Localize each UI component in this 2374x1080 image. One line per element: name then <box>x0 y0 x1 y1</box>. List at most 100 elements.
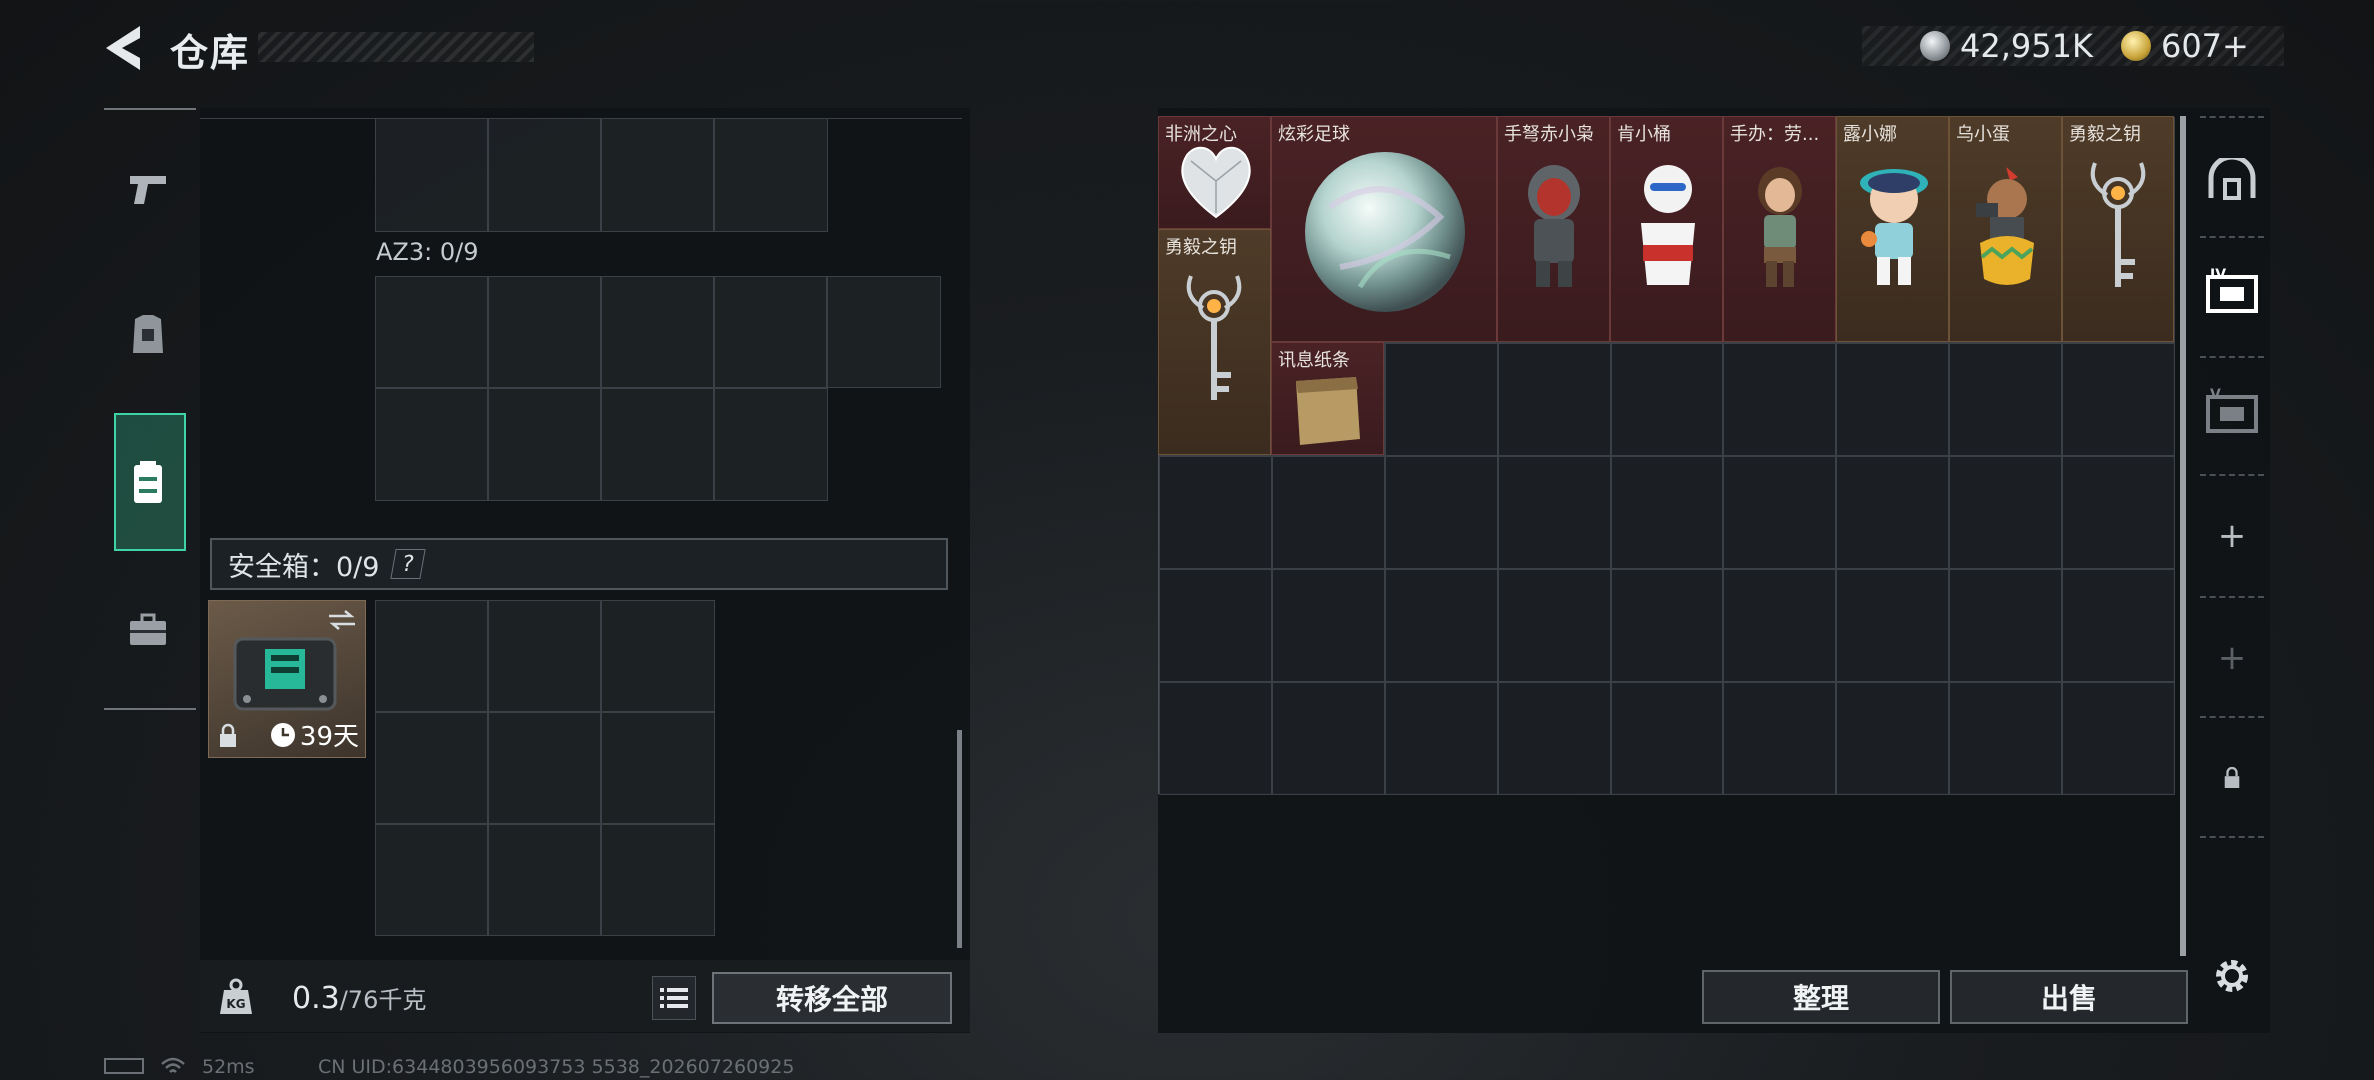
grid-slot[interactable] <box>375 824 488 936</box>
rail-add-tab-disabled: + <box>2217 638 2247 678</box>
rail-item-armor[interactable] <box>118 304 178 364</box>
currency-bar: 42,951K 607+ <box>1862 26 2284 66</box>
stash-item-message-note[interactable]: 讯息纸条 <box>1271 342 1384 455</box>
item-name: 炫彩足球 <box>1278 124 1350 145</box>
loadout-scrollbar[interactable] <box>957 730 962 948</box>
rail-divider <box>2200 116 2264 118</box>
swap-icon[interactable] <box>327 609 357 631</box>
weight-current: 0.3 <box>292 981 340 1016</box>
ping-readout: 52ms <box>202 1056 255 1078</box>
wifi-icon <box>160 1056 186 1080</box>
svg-text:IV: IV <box>2210 267 2226 283</box>
figure-cap-girl-icon <box>1860 169 1928 285</box>
rail-divider <box>2200 596 2264 598</box>
grid-slot[interactable] <box>714 118 828 232</box>
rail-item-weapons[interactable] <box>118 160 178 220</box>
grid-slot[interactable] <box>827 276 941 388</box>
item-name: 勇毅之钥 <box>2069 124 2141 145</box>
grid-slot[interactable] <box>601 824 715 936</box>
armor-vest-icon <box>133 315 163 353</box>
gear-icon <box>2216 960 2248 992</box>
rail-item-stash-iv[interactable]: IV <box>2200 262 2264 322</box>
rail-item-toolbox[interactable] <box>118 600 178 660</box>
rail-item-vault[interactable] <box>2200 150 2264 210</box>
stash-scrollbar[interactable] <box>2180 116 2186 956</box>
battery-icon <box>104 1058 144 1074</box>
gold-currency-value: 607+ <box>2160 27 2249 65</box>
grid-slot[interactable] <box>714 388 828 501</box>
stash-item-valor-key[interactable]: 勇毅之钥 <box>2062 116 2174 342</box>
safebox-help-button[interactable]: ? <box>390 549 427 579</box>
rail-divider <box>2200 474 2264 476</box>
figure-bucket-icon <box>1641 165 1695 285</box>
silver-currency-value: 42,951K <box>1960 27 2093 65</box>
safebox-duration: 39天 <box>270 716 359 753</box>
grid-slot[interactable] <box>488 824 601 936</box>
safebox-item[interactable]: 39天 <box>208 600 366 758</box>
rail-divider <box>104 708 196 710</box>
grid-slot[interactable] <box>601 118 714 232</box>
safebox-days-left: 39天 <box>299 722 359 752</box>
item-name: 手办：劳... <box>1730 124 1820 145</box>
rail-item-stash-v[interactable]: V <box>2200 382 2264 442</box>
grid-slot[interactable] <box>375 600 488 712</box>
stash-item-figure-lara[interactable]: 手办：劳... <box>1723 116 1836 342</box>
grid-slot[interactable] <box>601 712 715 824</box>
item-name: 露小娜 <box>1843 124 1897 145</box>
grid-slot[interactable] <box>375 388 488 501</box>
stash-item-figure-egg[interactable]: 乌小蛋 <box>1949 116 2062 342</box>
stash-items: 非洲之心 炫彩足球 手弩赤小枭 肯小桶 手办：劳... 露小娜 乌小蛋 勇毅之钥… <box>1158 116 2174 794</box>
stash-item-iridescent-football[interactable]: 炫彩足球 <box>1271 116 1497 342</box>
grid-slot[interactable] <box>488 388 601 501</box>
clock-icon <box>270 722 295 747</box>
item-name: 讯息纸条 <box>1278 350 1350 371</box>
item-name: 手弩赤小枭 <box>1504 124 1594 145</box>
grid-slot[interactable] <box>488 276 601 388</box>
grid-slot[interactable] <box>375 712 488 824</box>
grid-slot[interactable] <box>488 600 601 712</box>
list-view-button[interactable] <box>652 976 696 1020</box>
grid-slot[interactable] <box>375 276 488 388</box>
title-decoration <box>258 32 534 62</box>
stash-item-figure-crossbow[interactable]: 手弩赤小枭 <box>1497 116 1610 342</box>
item-name: 乌小蛋 <box>1956 124 2010 145</box>
item-name: 勇毅之钥 <box>1165 237 1237 258</box>
panel-divider <box>200 118 962 119</box>
stash-item-figure-kfc[interactable]: 肯小桶 <box>1610 116 1723 342</box>
football-icon <box>1305 152 1465 312</box>
uid-readout: CN UID:6344803956093753 5538_20260726092… <box>318 1056 795 1078</box>
stash-item-figure-luna[interactable]: 露小娜 <box>1836 116 1949 342</box>
grid-slot[interactable] <box>601 276 714 388</box>
key-icon <box>2090 162 2146 287</box>
vault-icon <box>2208 158 2256 200</box>
grid-slot[interactable] <box>488 712 601 824</box>
gold-coin-icon <box>2120 31 2151 61</box>
silver-coin-icon <box>1920 31 1950 61</box>
az3-grid <box>375 276 941 501</box>
stash-item-valor-key[interactable]: 勇毅之钥 <box>1158 229 1271 455</box>
sell-button[interactable]: 出售 <box>1950 970 2188 1024</box>
safebox-case-icon <box>233 637 337 711</box>
grid-slot[interactable] <box>601 388 714 501</box>
grid-slot[interactable] <box>488 118 601 232</box>
grid-slot[interactable] <box>714 276 827 388</box>
paper-note-icon <box>1296 377 1360 445</box>
grid-slot[interactable] <box>375 118 488 232</box>
back-button[interactable] <box>100 22 148 74</box>
weight-capacity: /76千克 <box>339 986 427 1014</box>
diamond-icon <box>1181 146 1251 219</box>
grid-slot[interactable] <box>601 600 715 712</box>
svg-text:V: V <box>2210 387 2221 403</box>
rail-item-backpack[interactable] <box>118 452 178 512</box>
sort-button[interactable]: 整理 <box>1702 970 1940 1024</box>
rail-divider <box>104 108 196 110</box>
settings-button[interactable] <box>2200 946 2264 1006</box>
weight-icon: KG <box>220 978 252 1014</box>
figure-egg-icon <box>1976 167 2034 285</box>
transfer-all-button[interactable]: 转移全部 <box>712 972 952 1024</box>
rail-add-tab-button[interactable]: + <box>2200 506 2264 566</box>
key-icon <box>1186 275 1242 400</box>
list-icon <box>660 988 688 1008</box>
stash-item-heart-of-africa[interactable]: 非洲之心 <box>1158 116 1271 229</box>
figure-adventurer-icon <box>1758 167 1802 287</box>
